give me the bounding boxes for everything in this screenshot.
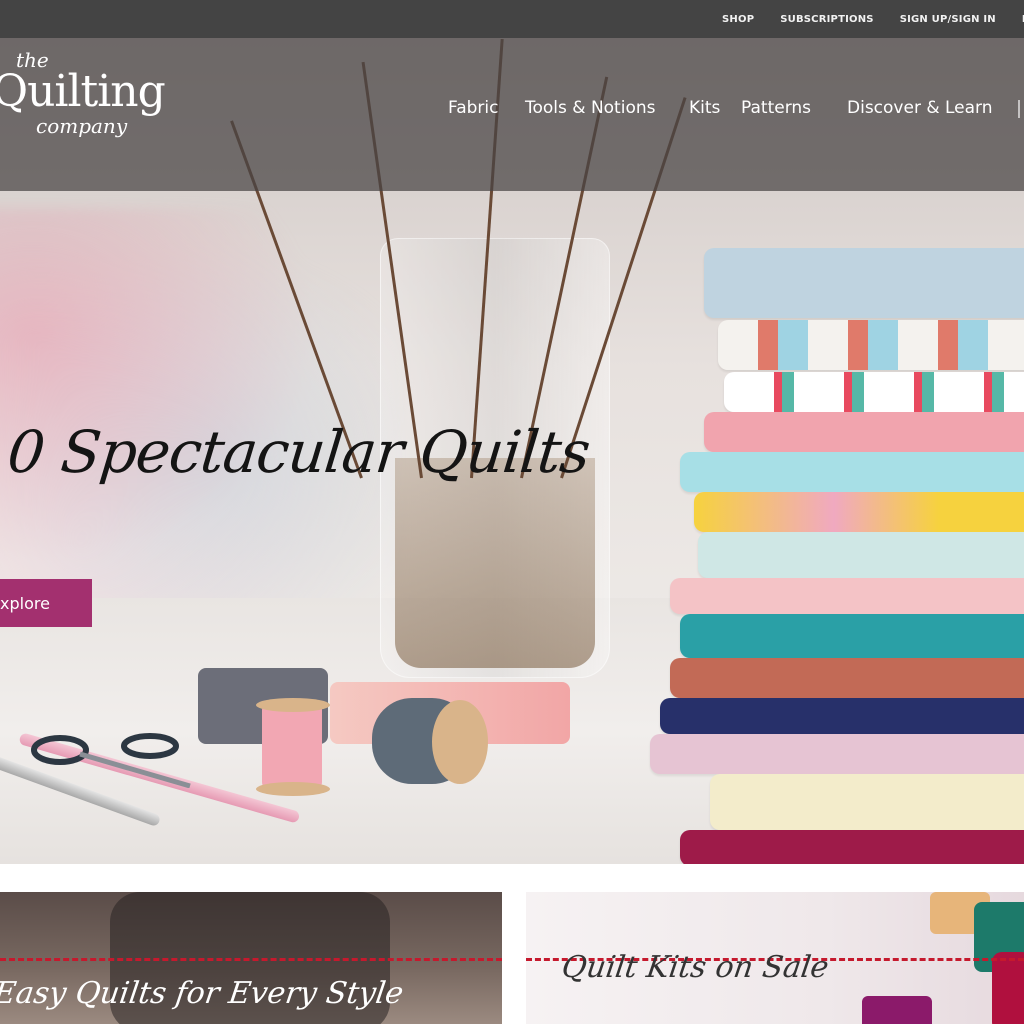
nav-item-cut-off	[1018, 100, 1024, 118]
hero-title: 0 Spectacular Quilts	[4, 418, 593, 486]
nav-kits[interactable]: Kits	[689, 98, 720, 118]
explore-button[interactable]: xplore	[0, 579, 92, 627]
fabric-fold	[718, 320, 1024, 370]
main-nav: Fabric Tools & Notions Kits Patterns Dis…	[0, 98, 1024, 124]
promo-easy-quilts-title[interactable]: Easy Quilts for Every Style	[0, 976, 406, 1011]
vase-water	[395, 458, 595, 668]
fabric-fold	[680, 830, 1024, 864]
subscriptions-link[interactable]: SUBSCRIPTIONS	[780, 14, 873, 25]
fabric-fold	[704, 248, 1024, 318]
nav-fabric[interactable]: Fabric	[448, 98, 499, 118]
fabric-fold	[650, 734, 1024, 774]
fabric-fold	[694, 492, 1024, 532]
fabric-stack	[650, 248, 1024, 864]
fabric-fold	[704, 412, 1024, 452]
sign-in-link[interactable]: SIGN UP/SIGN IN	[900, 14, 996, 25]
stitch-line	[0, 958, 502, 961]
scissors-icon	[31, 733, 191, 788]
fabric-fold	[680, 452, 1024, 492]
nav-patterns[interactable]: Patterns	[741, 98, 811, 118]
promo-quilt-kits-title[interactable]: Quilt Kits on Sale	[560, 950, 831, 985]
shop-link[interactable]: SHOP	[722, 14, 754, 25]
fabric-fold	[670, 658, 1024, 698]
thread-spool-shape	[992, 952, 1024, 1024]
promo-easy-quilts[interactable]: Easy Quilts for Every Style	[0, 892, 502, 1024]
promo-quilt-kits-sale[interactable]: Quilt Kits on Sale	[526, 892, 1024, 1024]
fabric-diamond-shape	[862, 996, 932, 1024]
fabric-fold	[670, 578, 1024, 614]
fabric-fold	[698, 532, 1024, 578]
spool-cap	[256, 698, 330, 712]
thread-spool-pink	[262, 702, 322, 790]
fabric-fold	[680, 614, 1024, 658]
spool-cap	[432, 700, 488, 784]
fabric-fold	[724, 372, 1024, 412]
spool-cap	[256, 782, 330, 796]
fabric-fold	[710, 774, 1024, 830]
utility-bar: SHOP SUBSCRIPTIONS SIGN UP/SIGN IN M	[0, 0, 1024, 38]
fabric-fold	[660, 698, 1024, 734]
nav-discover-learn[interactable]: Discover & Learn	[847, 98, 993, 118]
nav-tools-notions[interactable]: Tools & Notions	[525, 98, 655, 118]
